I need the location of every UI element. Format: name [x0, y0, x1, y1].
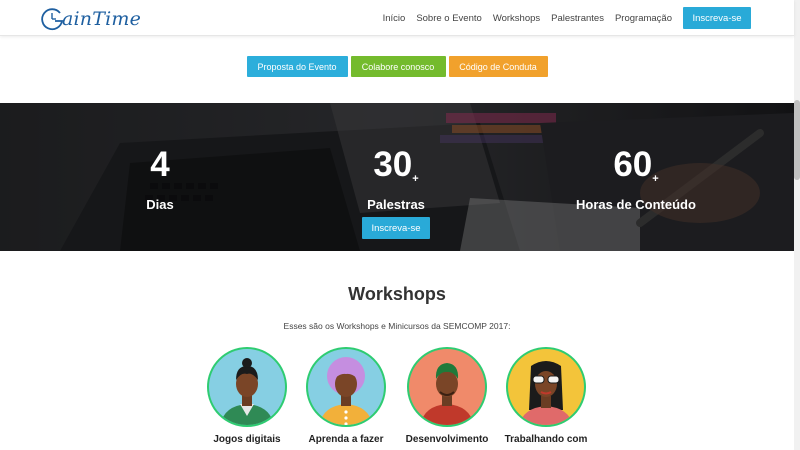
navbar: ainTime Início Sobre o Evento Workshops … — [0, 0, 794, 36]
stat-number: 60+ — [613, 145, 659, 186]
stat-dias: 4 Dias — [140, 145, 180, 213]
nav-link-sobre[interactable]: Sobre o Evento — [416, 13, 482, 24]
stat-label: Palestras — [367, 197, 425, 212]
stat-palestras: 30+ Palestras — [346, 145, 446, 213]
stat-label: Horas de Conteúdo — [576, 197, 696, 212]
action-buttons: Proposta do Evento Colabore conosco Códi… — [0, 56, 794, 77]
nav-signup-button[interactable]: Inscreva-se — [683, 7, 751, 29]
workshop-avatar-trabalhando[interactable] — [505, 346, 587, 428]
stats-signup-button[interactable]: Inscreva-se — [362, 217, 430, 239]
nav-link-inicio[interactable]: Início — [383, 13, 406, 24]
workshop-avatar-aprenda[interactable] — [305, 346, 387, 428]
nav-link-programacao[interactable]: Programação — [615, 13, 672, 24]
workshop-label[interactable]: Trabalhando com — [486, 434, 606, 445]
stat-number: 4 — [150, 145, 170, 184]
stats-banner: 4 Dias 30+ Palestras 60+ Horas de Conteú… — [0, 103, 794, 251]
workshop-avatar-jogos[interactable] — [206, 346, 288, 428]
brand-name: ainTime — [62, 8, 142, 30]
colabore-button[interactable]: Colabore conosco — [350, 56, 446, 77]
nav-link-palestrantes[interactable]: Palestrantes — [551, 13, 604, 24]
nav-link-workshops[interactable]: Workshops — [493, 13, 540, 24]
brand-logo[interactable]: ainTime — [40, 6, 141, 32]
workshops-title: Workshops — [348, 284, 446, 304]
stat-number: 30+ — [373, 145, 419, 186]
workshops-subtitle: Esses são os Workshops e Minicursos da S… — [283, 321, 511, 331]
stat-horas: 60+ Horas de Conteúdo — [566, 145, 706, 213]
proposta-button[interactable]: Proposta do Evento — [246, 56, 348, 77]
scrollbar-thumb[interactable] — [794, 100, 800, 180]
stat-label: Dias — [146, 197, 174, 212]
nav-links: Início Sobre o Evento Workshops Palestra… — [383, 0, 672, 36]
codigo-conduta-button[interactable]: Código de Conduta — [448, 56, 548, 77]
workshop-avatar-desenvolvimento[interactable] — [406, 346, 488, 428]
page-scrollbar[interactable] — [794, 0, 800, 450]
